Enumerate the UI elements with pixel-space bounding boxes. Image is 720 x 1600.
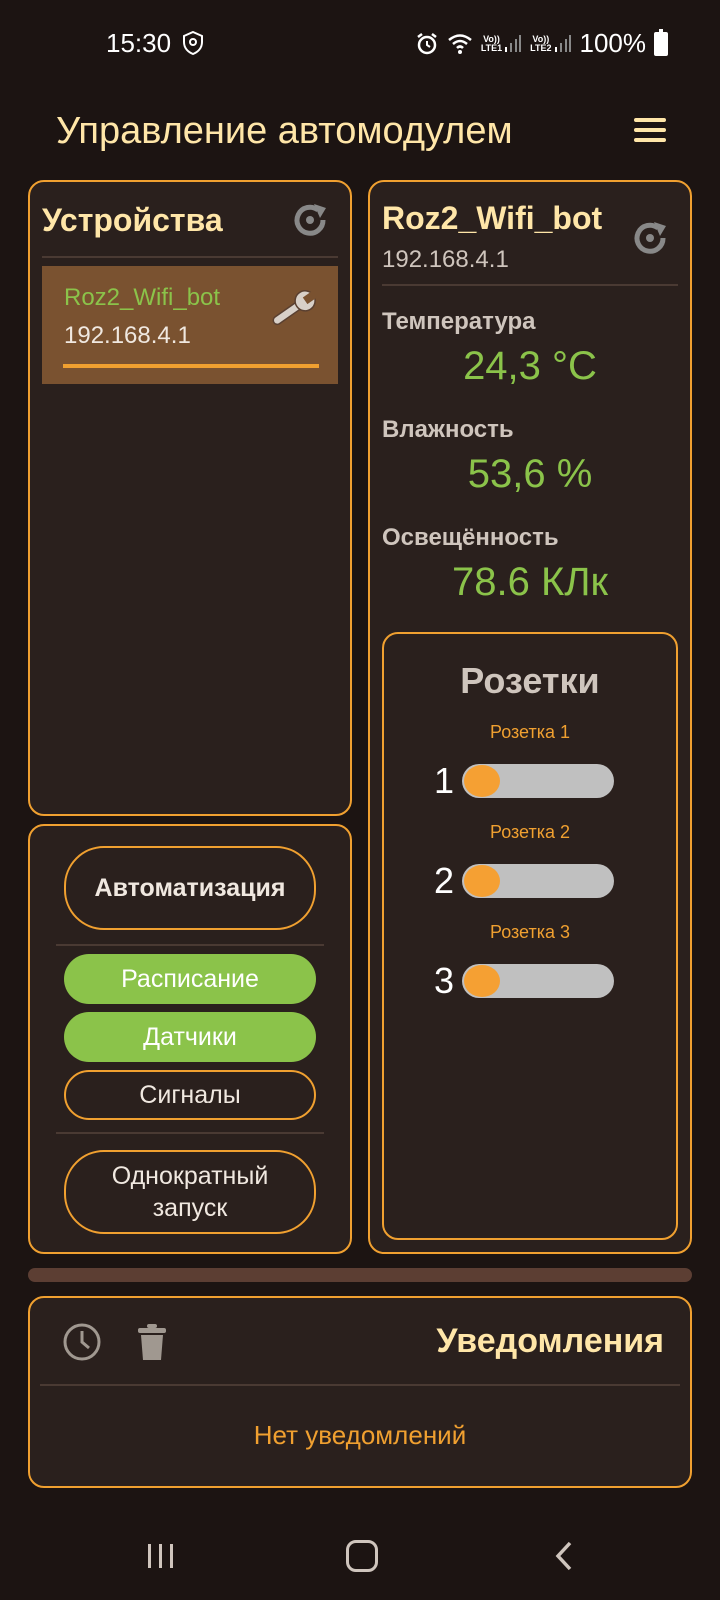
toggle-knob: [464, 965, 500, 997]
socket-number-1: 1: [434, 760, 455, 801]
toggle-knob: [464, 865, 500, 897]
device-selected-indicator: [63, 364, 319, 368]
socket-number-3: 3: [434, 960, 455, 1001]
illumination-label: Освещённость: [382, 524, 559, 551]
signal-icon: [554, 34, 571, 52]
temperature-label: Температура: [382, 308, 536, 335]
device-detail-ip: 192.168.4.1: [382, 246, 509, 273]
sim1-signal: Vo)) LTE1: [481, 34, 522, 53]
socket-label-1: Розетка 1: [489, 722, 571, 742]
trash-icon[interactable]: [136, 1322, 168, 1362]
single-run-button[interactable]: Однократный запуск: [64, 1150, 316, 1234]
battery-percent: 100%: [579, 28, 647, 58]
alarm-icon: [417, 32, 437, 54]
device-name: Roz2_Wifi_bot: [64, 284, 221, 311]
separator-bar: [28, 1268, 692, 1282]
refresh-icon[interactable]: [290, 200, 330, 240]
status-time: 15:30: [106, 28, 172, 58]
recent-apps-icon[interactable]: [146, 1542, 176, 1570]
toggle-knob: [464, 765, 500, 797]
illumination-value: 78.6 КЛк: [451, 560, 608, 604]
devices-title: Устройства: [42, 202, 223, 238]
menu-icon[interactable]: [634, 118, 666, 144]
signals-button[interactable]: Сигналы: [64, 1070, 316, 1120]
notifications-title: Уведомления: [436, 1322, 664, 1360]
socket-number-2: 2: [434, 860, 455, 901]
humidity-label: Влажность: [382, 416, 514, 443]
automation-divider: [56, 944, 324, 946]
sockets-title: Розетки: [460, 660, 600, 701]
schedule-button[interactable]: Расписание: [64, 954, 316, 1004]
sensors-button[interactable]: Датчики: [64, 1012, 316, 1062]
temperature-value: 24,3 °C: [463, 344, 597, 388]
socket-toggle-3[interactable]: [462, 964, 614, 998]
devices-divider: [42, 256, 338, 258]
page-title: Управление автомодулем: [56, 110, 513, 152]
clock-icon[interactable]: [62, 1322, 102, 1362]
notifications-divider: [40, 1384, 680, 1386]
socket-label-3: Розетка 3: [489, 922, 571, 942]
refresh-icon[interactable]: [630, 218, 670, 258]
socket-toggle-2[interactable]: [462, 864, 614, 898]
humidity-value: 53,6 %: [467, 452, 593, 496]
sim2-signal: Vo)) LTE2: [530, 34, 571, 53]
automation-divider-2: [56, 1132, 324, 1134]
socket-label-2: Розетка 2: [489, 822, 571, 842]
home-icon[interactable]: [346, 1540, 378, 1572]
detail-divider: [382, 284, 678, 286]
wrench-icon[interactable]: [264, 288, 320, 332]
shield-icon: [183, 31, 203, 55]
back-icon[interactable]: [552, 1540, 576, 1572]
signal-icon: [505, 34, 522, 52]
wifi-icon: [448, 33, 472, 54]
battery-icon: [654, 28, 668, 56]
device-ip: 192.168.4.1: [64, 322, 191, 349]
device-detail-name: Roz2_Wifi_bot: [382, 200, 603, 236]
socket-toggle-1[interactable]: [462, 764, 614, 798]
automation-button[interactable]: Автоматизация: [64, 846, 316, 930]
notifications-empty-text: Нет уведомлений: [253, 1420, 467, 1450]
status-icons: Vo)) LTE1 Vo)) LTE2 100%: [415, 28, 668, 59]
